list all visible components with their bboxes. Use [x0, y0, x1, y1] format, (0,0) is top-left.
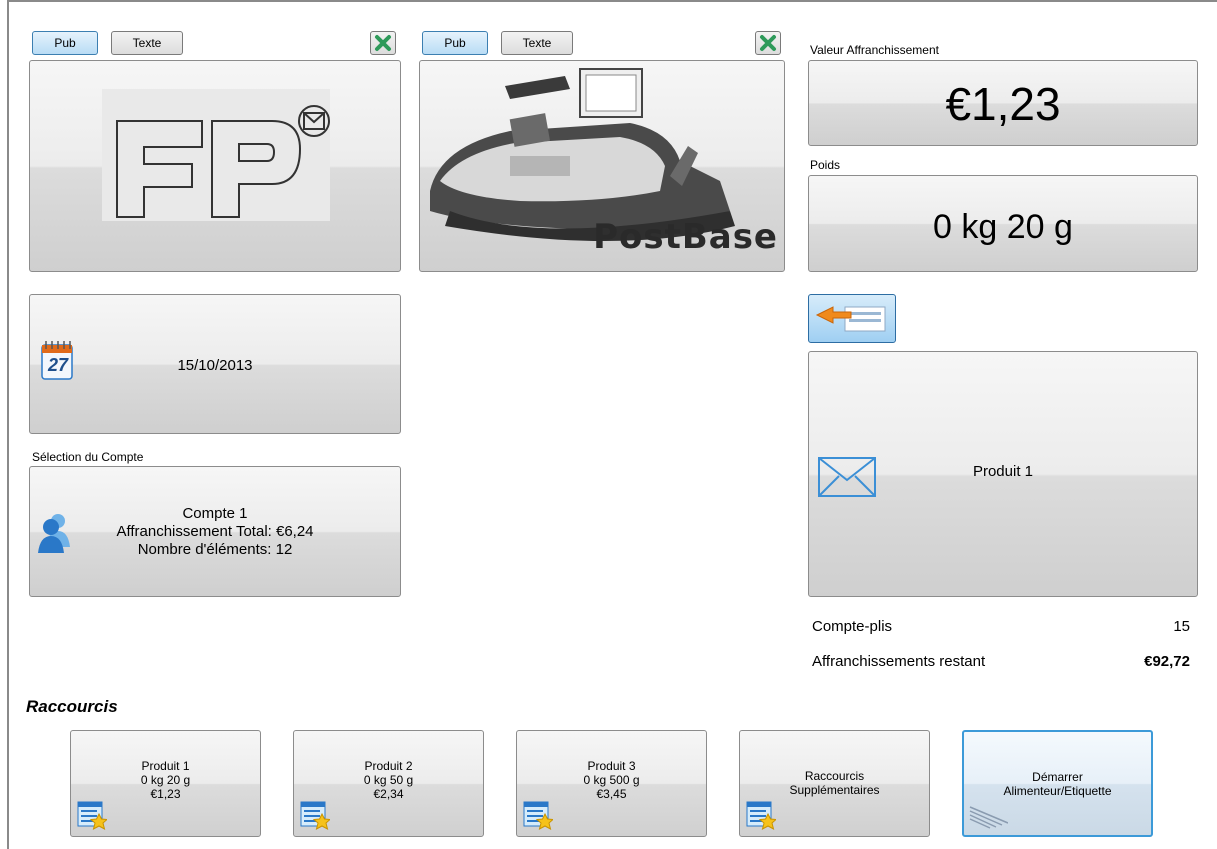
valeur-label: Valeur Affranchissement [810, 43, 939, 57]
produit-label: Produit 1 [972, 463, 1034, 480]
favorite-product-icon [746, 801, 776, 830]
arrow-mail-icon [815, 306, 886, 332]
shortcut-line: 0 kg 50 g [363, 773, 414, 787]
poids-label: Poids [810, 158, 841, 172]
shortcut-produit-2[interactable]: Produit 2 0 kg 50 g €2,34 [293, 730, 484, 837]
shortcut-line: 0 kg 500 g [583, 773, 640, 787]
pub-button-2[interactable]: Pub [422, 31, 488, 55]
shortcut-line: Raccourcis [804, 769, 865, 783]
shortcut-line: €3,45 [596, 787, 627, 801]
favorite-product-icon [523, 801, 553, 830]
window-frame-left [7, 0, 9, 849]
compte-name: Compte 1 [182, 505, 248, 522]
compte-tile[interactable]: Compte 1 Affranchissement Total: €6,24 N… [29, 466, 401, 597]
restant-label: Affranchissements restant [812, 653, 986, 670]
shortcut-line: €1,23 [150, 787, 181, 801]
favorite-product-icon [77, 801, 107, 830]
shortcut-demarrer-alimenteur[interactable]: Démarrer Alimenteur/Etiquette [962, 730, 1153, 837]
ad-panel-fp[interactable] [29, 60, 401, 272]
shortcut-line: 0 kg 20 g [140, 773, 191, 787]
mail-return-button[interactable] [808, 294, 896, 343]
shortcut-line: €2,34 [373, 787, 404, 801]
shortcut-produit-1[interactable]: Produit 1 0 kg 20 g €1,23 [70, 730, 261, 837]
valeur-tile[interactable]: €1,23 [808, 60, 1198, 146]
favorite-product-icon [300, 801, 330, 830]
restant-value: €92,72 [1144, 653, 1190, 670]
date-tile[interactable]: 27 15/10/2013 [29, 294, 401, 434]
shortcuts-title: Raccourcis [26, 697, 118, 716]
clear-icon [375, 35, 391, 51]
texte-button-2[interactable]: Texte [501, 31, 573, 55]
compte-plis-label: Compte-plis [812, 618, 893, 635]
clear-icon [760, 35, 776, 51]
window-frame-top [7, 0, 1217, 2]
shortcut-line: Produit 1 [141, 759, 190, 773]
shortcut-line: Alimenteur/Etiquette [1003, 784, 1112, 798]
shortcut-produit-3[interactable]: Produit 3 0 kg 500 g €3,45 [516, 730, 707, 837]
texte-button-1[interactable]: Texte [111, 31, 183, 55]
date-value: 15/10/2013 [177, 357, 253, 374]
produit-tile[interactable]: Produit 1 [808, 351, 1198, 597]
shortcut-line: Démarrer [1032, 770, 1083, 784]
shortcut-raccourcis-supplementaires[interactable]: Raccourcis Supplémentaires [739, 730, 930, 837]
compte-label: Sélection du Compte [32, 450, 144, 464]
clear-button-2[interactable] [755, 31, 781, 55]
clear-button-1[interactable] [370, 31, 396, 55]
feeder-icon [969, 806, 1008, 829]
compte-plis-value: 15 [1173, 618, 1190, 635]
compte-total: Affranchissement Total: €6,24 [116, 523, 314, 540]
fp-logo [102, 89, 330, 221]
shortcut-line: Produit 3 [587, 759, 636, 773]
ad-panel-postbase[interactable]: PostBase [419, 60, 785, 272]
poids-value: 0 kg 20 g [933, 208, 1073, 246]
compte-count: Nombre d'éléments: 12 [137, 541, 293, 558]
pub-button-1[interactable]: Pub [32, 31, 98, 55]
valeur-value: €1,23 [945, 78, 1061, 130]
shortcut-line: Produit 2 [364, 759, 413, 773]
postbase-brand-text: PostBase [593, 217, 778, 257]
poids-tile[interactable]: 0 kg 20 g [808, 175, 1198, 272]
shortcut-line: Supplémentaires [789, 783, 880, 797]
